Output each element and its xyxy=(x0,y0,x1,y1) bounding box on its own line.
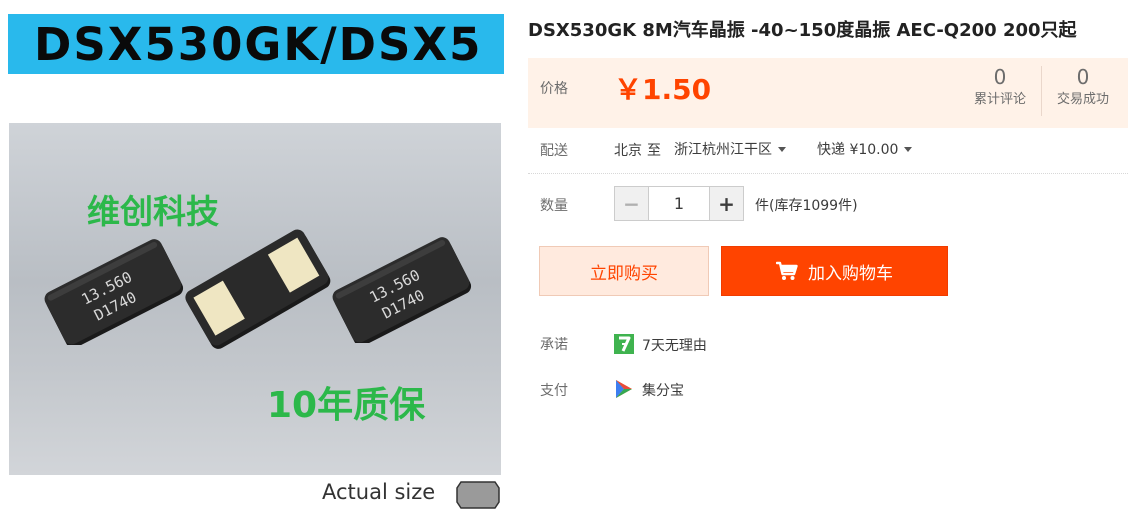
chevron-down-icon xyxy=(778,146,786,152)
buy-now-button[interactable]: 立即购买 xyxy=(539,246,709,296)
jifenbao-icon xyxy=(616,380,632,398)
price-label: 价格 xyxy=(540,81,568,97)
product-title: DSX530GK 8M汽车晶振 -40~150度晶振 AEC-Q200 200只… xyxy=(528,20,1077,41)
promise-label: 承诺 xyxy=(540,337,568,353)
crystal-chip-center xyxy=(185,229,331,349)
reviews-stat[interactable]: 0 累计评论 xyxy=(963,64,1037,110)
shipping-to-word: 至 xyxy=(647,143,661,159)
chevron-down-icon xyxy=(904,146,913,152)
add-to-cart-label: 加入购物车 xyxy=(808,263,893,284)
quantity-input[interactable] xyxy=(649,187,709,220)
cart-icon xyxy=(776,261,798,280)
add-to-cart-button[interactable]: 加入购物车 xyxy=(721,246,948,296)
payment-label: 支付 xyxy=(540,383,568,399)
actual-size-label: Actual size xyxy=(322,480,436,504)
product-page: DSX530GK/DSX5 13.560 D1740 13.560 D1740 … xyxy=(0,0,1144,515)
brand-overlay-text: 维创科技 xyxy=(87,192,219,231)
increase-quantity-button[interactable]: + xyxy=(709,187,743,220)
actual-size-chip-icon xyxy=(456,481,500,509)
warranty-overlay-text: 10年质保 xyxy=(267,385,426,426)
deals-stat: 0 交易成功 xyxy=(1046,64,1120,110)
shipping-method-text: 快递 ¥10.00 xyxy=(817,142,899,158)
decrease-quantity-button[interactable]: − xyxy=(615,187,649,220)
price-value: ￥1.50 xyxy=(614,73,712,106)
quantity-label: 数量 xyxy=(540,198,568,214)
price-panel: 价格 ￥1.50 0 累计评论 0 交易成功 xyxy=(528,58,1128,128)
seven-day-icon xyxy=(614,334,634,354)
quantity-stepper: − + xyxy=(614,186,744,221)
product-banner: DSX530GK/DSX5 xyxy=(8,14,504,74)
deals-count: 0 xyxy=(1076,65,1090,89)
promise-text[interactable]: 7天无理由 xyxy=(642,335,707,355)
shipping-from: 北京 xyxy=(614,143,642,159)
reviews-count: 0 xyxy=(993,65,1007,89)
payment-text[interactable]: 集分宝 xyxy=(642,380,684,400)
destination-text: 浙江杭州江干区 xyxy=(674,142,772,158)
banner-text: DSX530GK/DSX5 xyxy=(34,18,483,71)
stock-info: 件(库存1099件) xyxy=(755,198,858,214)
stat-divider xyxy=(1041,66,1042,116)
reviews-label: 累计评论 xyxy=(973,92,1026,107)
section-divider xyxy=(528,173,1128,174)
crystal-chip-right: 13.560 D1740 xyxy=(332,237,472,343)
product-image[interactable]: DSX530GK/DSX5 13.560 D1740 13.560 D1740 … xyxy=(0,0,512,515)
product-photo: 13.560 D1740 13.560 D1740 维创科技 10年质保 xyxy=(9,123,501,475)
deals-label: 交易成功 xyxy=(1056,92,1109,107)
shipping-method-selector[interactable]: 快递 ¥10.00 xyxy=(817,137,913,161)
crystal-chip-left: 13.560 D1740 xyxy=(44,239,184,345)
buy-now-label: 立即购买 xyxy=(590,263,658,284)
destination-selector[interactable]: 浙江杭州江干区 xyxy=(674,137,786,161)
shipping-label: 配送 xyxy=(540,143,568,159)
